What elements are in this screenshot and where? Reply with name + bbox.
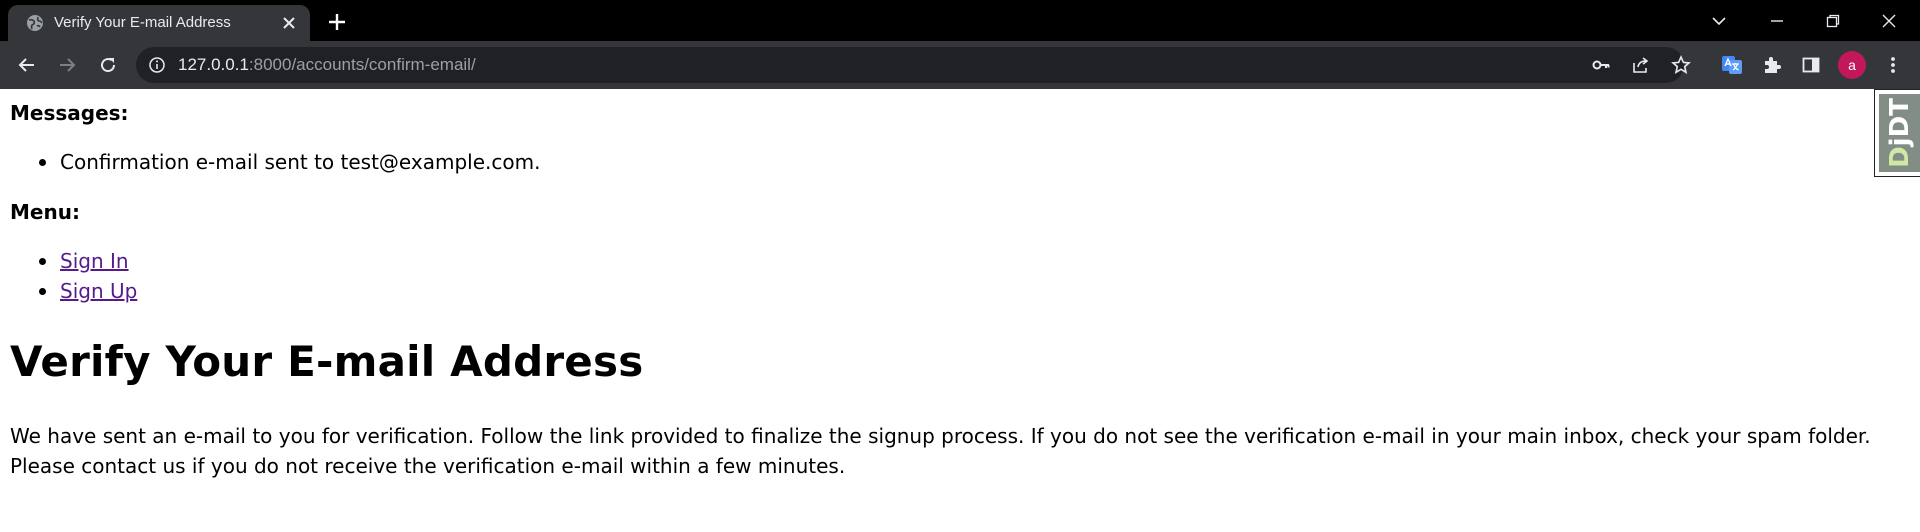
password-key-button[interactable] — [1590, 54, 1612, 76]
close-tab-icon[interactable] — [280, 14, 298, 32]
translate-extension-button[interactable] — [1718, 51, 1746, 79]
minimize-button[interactable] — [1762, 6, 1792, 36]
reload-button[interactable] — [94, 51, 122, 79]
debug-toolbar-label-rest: jDT — [1885, 98, 1916, 147]
restore-icon — [1826, 14, 1840, 28]
debug-toolbar-label-d: D — [1885, 146, 1916, 168]
url-host: 127.0.0.1 — [178, 55, 249, 74]
menu-item-sign-up: Sign Up — [10, 276, 137, 306]
arrow-left-icon — [18, 58, 34, 72]
url-path: :8000/accounts/confirm-email/ — [248, 55, 476, 74]
close-icon — [1882, 14, 1896, 28]
message-item: Confirmation e-mail sent to test@example… — [10, 147, 540, 177]
messages-list: Confirmation e-mail sent to test@example… — [10, 147, 540, 177]
debug-toolbar-handle[interactable]: DjDT — [1874, 89, 1920, 177]
verification-instructions: We have sent an e-mail to you for verifi… — [10, 424, 1871, 478]
restore-button[interactable] — [1818, 6, 1848, 36]
sign-up-link[interactable]: Sign Up — [60, 279, 137, 303]
new-tab-icon[interactable] — [325, 10, 349, 34]
debug-toolbar-label: DjDT — [1885, 98, 1915, 168]
profile-avatar[interactable]: a — [1838, 51, 1866, 79]
minimize-icon — [1771, 20, 1783, 22]
star-icon — [1671, 55, 1691, 74]
back-button[interactable] — [13, 51, 41, 79]
address-bar[interactable]: 127.0.0.1:8000/accounts/confirm-email/ — [136, 47, 1691, 83]
bookmark-button[interactable] — [1670, 54, 1692, 76]
browser-toolbar: 127.0.0.1:8000/accounts/confirm-email/ a — [0, 41, 1920, 89]
browser-titlebar: Verify Your E-mail Address — [0, 0, 1920, 41]
chevron-down-icon — [1712, 17, 1726, 26]
sign-in-link[interactable]: Sign In — [60, 249, 129, 273]
side-panel-icon — [1802, 57, 1820, 73]
menu-list: Sign In Sign Up — [10, 246, 137, 306]
puzzle-icon — [1765, 57, 1781, 73]
page-title: Verify Your E-mail Address — [10, 337, 644, 386]
tab-search-button[interactable] — [1704, 6, 1734, 36]
side-panel-button[interactable] — [1797, 51, 1825, 79]
reload-icon — [101, 58, 116, 73]
page-content: Messages: Confirmation e-mail sent to te… — [0, 89, 1920, 532]
browser-menu-button[interactable] — [1879, 51, 1907, 79]
translate-icon — [1722, 56, 1742, 74]
messages-heading: Messages: — [10, 101, 129, 125]
globe-icon — [27, 15, 43, 31]
close-window-button[interactable] — [1874, 6, 1904, 36]
tab-title: Verify Your E-mail Address — [54, 14, 231, 31]
url-text[interactable]: 127.0.0.1:8000/accounts/confirm-email/ — [178, 47, 476, 83]
menu-heading: Menu: — [10, 200, 80, 224]
menu-item-sign-in: Sign In — [10, 246, 137, 276]
browser-tab-active[interactable]: Verify Your E-mail Address — [8, 5, 310, 41]
share-button[interactable] — [1630, 54, 1652, 76]
info-icon[interactable] — [148, 56, 166, 74]
arrow-right-icon — [60, 58, 76, 72]
extensions-button[interactable] — [1758, 51, 1786, 79]
kebab-menu-icon — [1891, 57, 1895, 73]
key-icon — [1592, 60, 1610, 70]
share-icon — [1633, 57, 1649, 73]
debug-toolbar-logo: DjDT — [1879, 94, 1920, 172]
forward-button[interactable] — [53, 51, 81, 79]
